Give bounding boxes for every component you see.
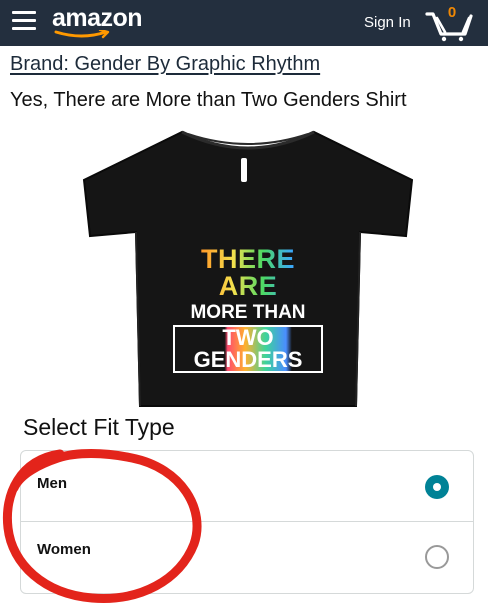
amazon-logo[interactable]: amazon <box>52 4 162 42</box>
radio-unselected-icon[interactable] <box>425 545 449 569</box>
hamburger-menu-icon[interactable] <box>12 11 36 31</box>
top-nav-bar: amazon Sign In 0 <box>0 0 488 46</box>
shirt-print: THERE ARE MORE THAN TWO GENDERS <box>173 246 323 373</box>
logo-smile-icon <box>54 30 110 39</box>
shirt-print-line2: MORE THAN <box>190 302 306 323</box>
brand-link[interactable]: Brand: Gender By Graphic Rhythm <box>10 53 320 76</box>
shirt-print-line1: THERE ARE <box>173 246 323 300</box>
radio-selected-icon[interactable] <box>425 475 449 499</box>
shirt-print-line3: TWO GENDERS <box>173 325 323 373</box>
logo-text: amazon <box>52 4 143 32</box>
cart-count-badge: 0 <box>447 4 457 21</box>
product-title: Yes, There are More than Two Genders Shi… <box>10 89 407 111</box>
select-fit-type-heading: Select Fit Type <box>23 414 175 440</box>
sign-in-link[interactable]: Sign In <box>364 14 411 31</box>
cart-button[interactable]: 0 <box>425 4 475 42</box>
product-image[interactable]: THERE ARE MORE THAN TWO GENDERS <box>60 124 436 414</box>
red-circle-annotation <box>2 449 202 603</box>
